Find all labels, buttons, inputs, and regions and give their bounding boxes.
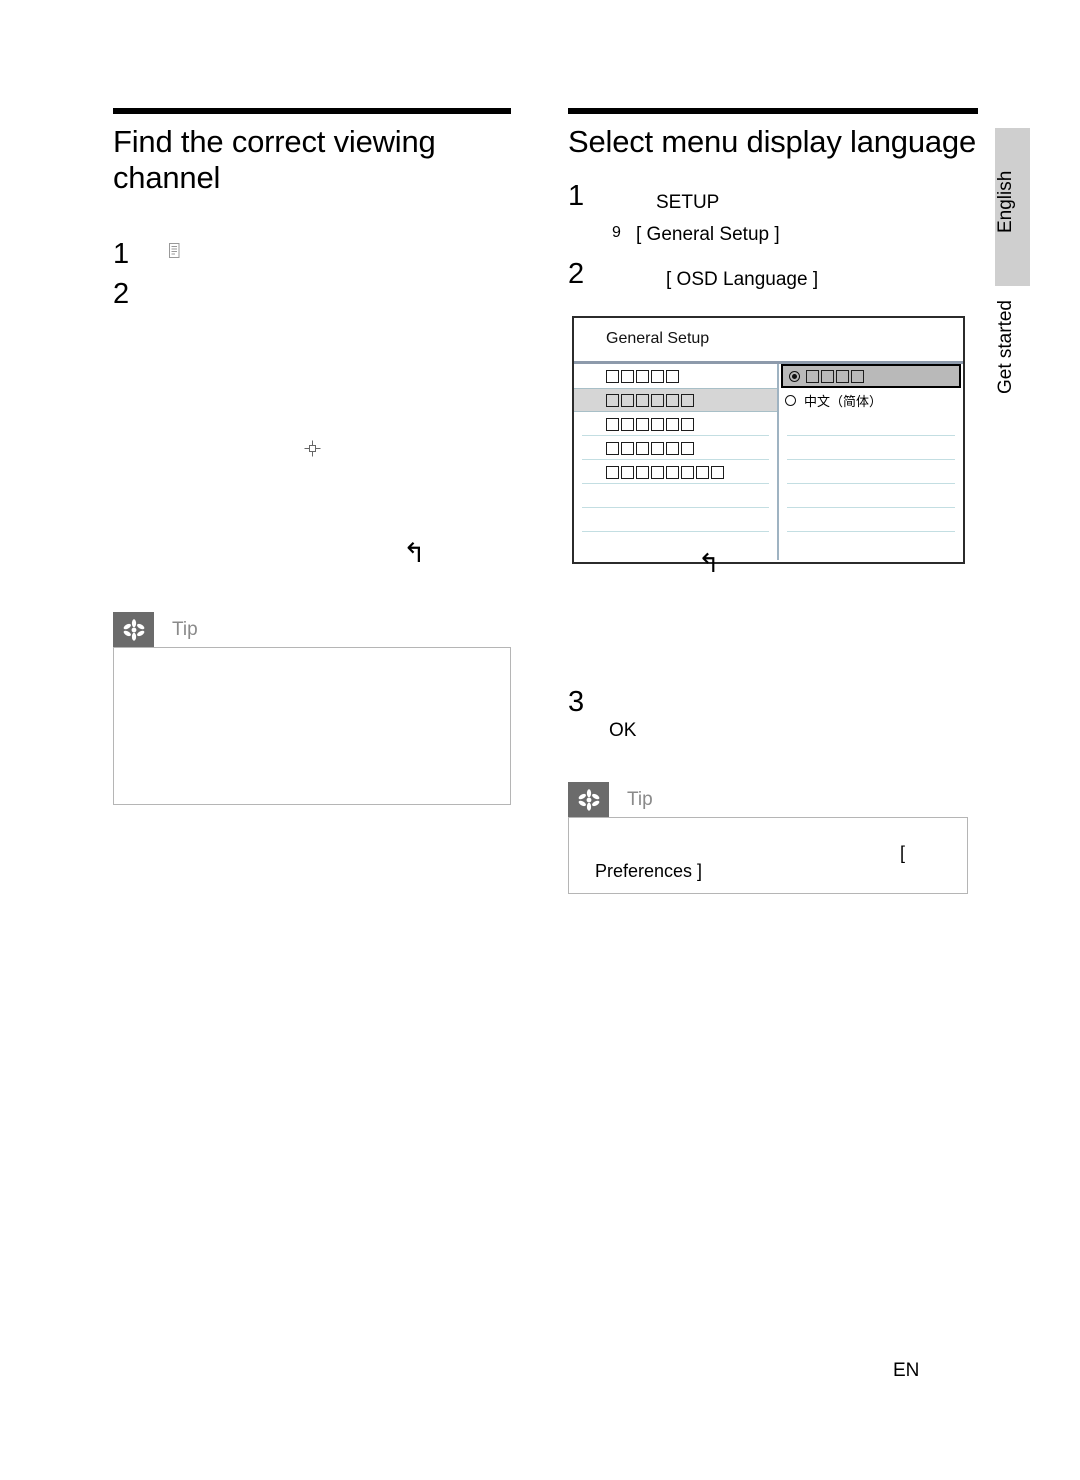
figure-panes: 中文（简体） xyxy=(574,364,963,560)
right-step-2: 2 [ OSD Language ] xyxy=(568,260,978,300)
tip-stray-bracket: [ xyxy=(899,843,905,863)
menu-row[interactable] xyxy=(574,484,777,508)
right-step-9-label: [ General Setup ] xyxy=(636,224,780,246)
radio-on-icon xyxy=(789,370,800,382)
left-step-1: 1 xyxy=(113,240,182,278)
navigation-crosshair-icon xyxy=(304,440,321,462)
footer-language-code: EN xyxy=(893,1360,920,1381)
menu-row[interactable] xyxy=(574,412,777,436)
left-step-2: 2 xyxy=(113,280,165,318)
figure-return-arrow-icon: ↰ xyxy=(698,548,720,578)
right-step-2-number: 2 xyxy=(568,258,585,291)
tip-label-left: Tip xyxy=(172,618,198,640)
option-row-selected[interactable] xyxy=(781,364,961,388)
page-title-right: Select menu display language xyxy=(568,124,977,159)
menu-row[interactable] xyxy=(574,364,777,388)
menu-row-selected[interactable] xyxy=(574,388,777,412)
figure-title: General Setup xyxy=(606,330,710,347)
figure-options-pane: 中文（简体） xyxy=(779,364,963,560)
left-step-1-body xyxy=(169,240,182,266)
option-row-chinese[interactable]: 中文（简体） xyxy=(779,388,963,412)
manual-page: Find the correct viewing channel 1 2 ↰ T… xyxy=(0,0,1080,1480)
side-tab-chapter: Get started xyxy=(995,300,1016,394)
glyph-group xyxy=(574,417,694,431)
tip-header-right: Tip xyxy=(568,782,968,817)
osd-setup-figure: General Setup 中文（简体） xyxy=(572,316,965,564)
right-step-3-label: OK xyxy=(609,720,637,741)
option-label-chinese: 中文（简体） xyxy=(804,394,883,410)
menu-row[interactable] xyxy=(574,508,777,532)
right-step-1: 1 SETUP xyxy=(568,182,978,222)
page-title-left: Find the correct viewing channel xyxy=(113,124,436,196)
right-step-9: 9 [ General Setup ] xyxy=(568,222,978,260)
return-arrow-icon: ↰ xyxy=(403,538,426,568)
right-step-3: 3 OK xyxy=(568,686,636,742)
left-step-1-number: 1 xyxy=(113,238,130,270)
option-row[interactable] xyxy=(779,436,963,460)
option-row[interactable] xyxy=(779,508,963,532)
section-rule-left xyxy=(113,108,511,114)
tip-preferences-text: Preferences ] xyxy=(595,861,703,881)
section-rule-right xyxy=(568,108,978,114)
radio-off-icon xyxy=(785,394,796,406)
right-step-2-label: [ OSD Language ] xyxy=(666,269,819,291)
left-column: Find the correct viewing channel 1 2 ↰ xyxy=(113,108,511,567)
tip-box-right: Tip [ Preferences ] xyxy=(568,782,968,894)
glyph-group xyxy=(574,465,724,479)
asterisk-icon xyxy=(568,782,609,817)
tip-header-left: Tip xyxy=(113,612,511,647)
option-row[interactable] xyxy=(779,412,963,436)
glyph-group xyxy=(800,369,864,383)
right-step-1-label: SETUP xyxy=(656,192,720,214)
asterisk-icon xyxy=(113,612,154,647)
menu-row[interactable] xyxy=(574,436,777,460)
right-step-9-number: 9 xyxy=(612,224,621,242)
glyph-group xyxy=(574,393,694,407)
tip-label-right: Tip xyxy=(627,788,653,810)
option-row[interactable] xyxy=(779,460,963,484)
right-column: Select menu display language 1 SETUP 9 [… xyxy=(568,108,978,300)
document-icon xyxy=(169,241,182,258)
menu-row[interactable] xyxy=(574,460,777,484)
right-step-1-number: 1 xyxy=(568,180,585,213)
right-step-3-number: 3 xyxy=(568,686,585,718)
glyph-group xyxy=(574,441,694,455)
tip-box-left: Tip xyxy=(113,612,511,805)
option-row[interactable] xyxy=(779,484,963,508)
left-step-2-number: 2 xyxy=(113,278,130,310)
figure-menu-pane xyxy=(574,364,779,560)
glyph-group xyxy=(574,369,679,383)
tip-body-left xyxy=(113,647,511,805)
side-tab-language: English xyxy=(995,128,1030,286)
right-step-list: 1 SETUP 9 [ General Setup ] 2 [ OSD Lang… xyxy=(568,182,978,300)
tip-body-right: [ Preferences ] xyxy=(568,817,968,894)
